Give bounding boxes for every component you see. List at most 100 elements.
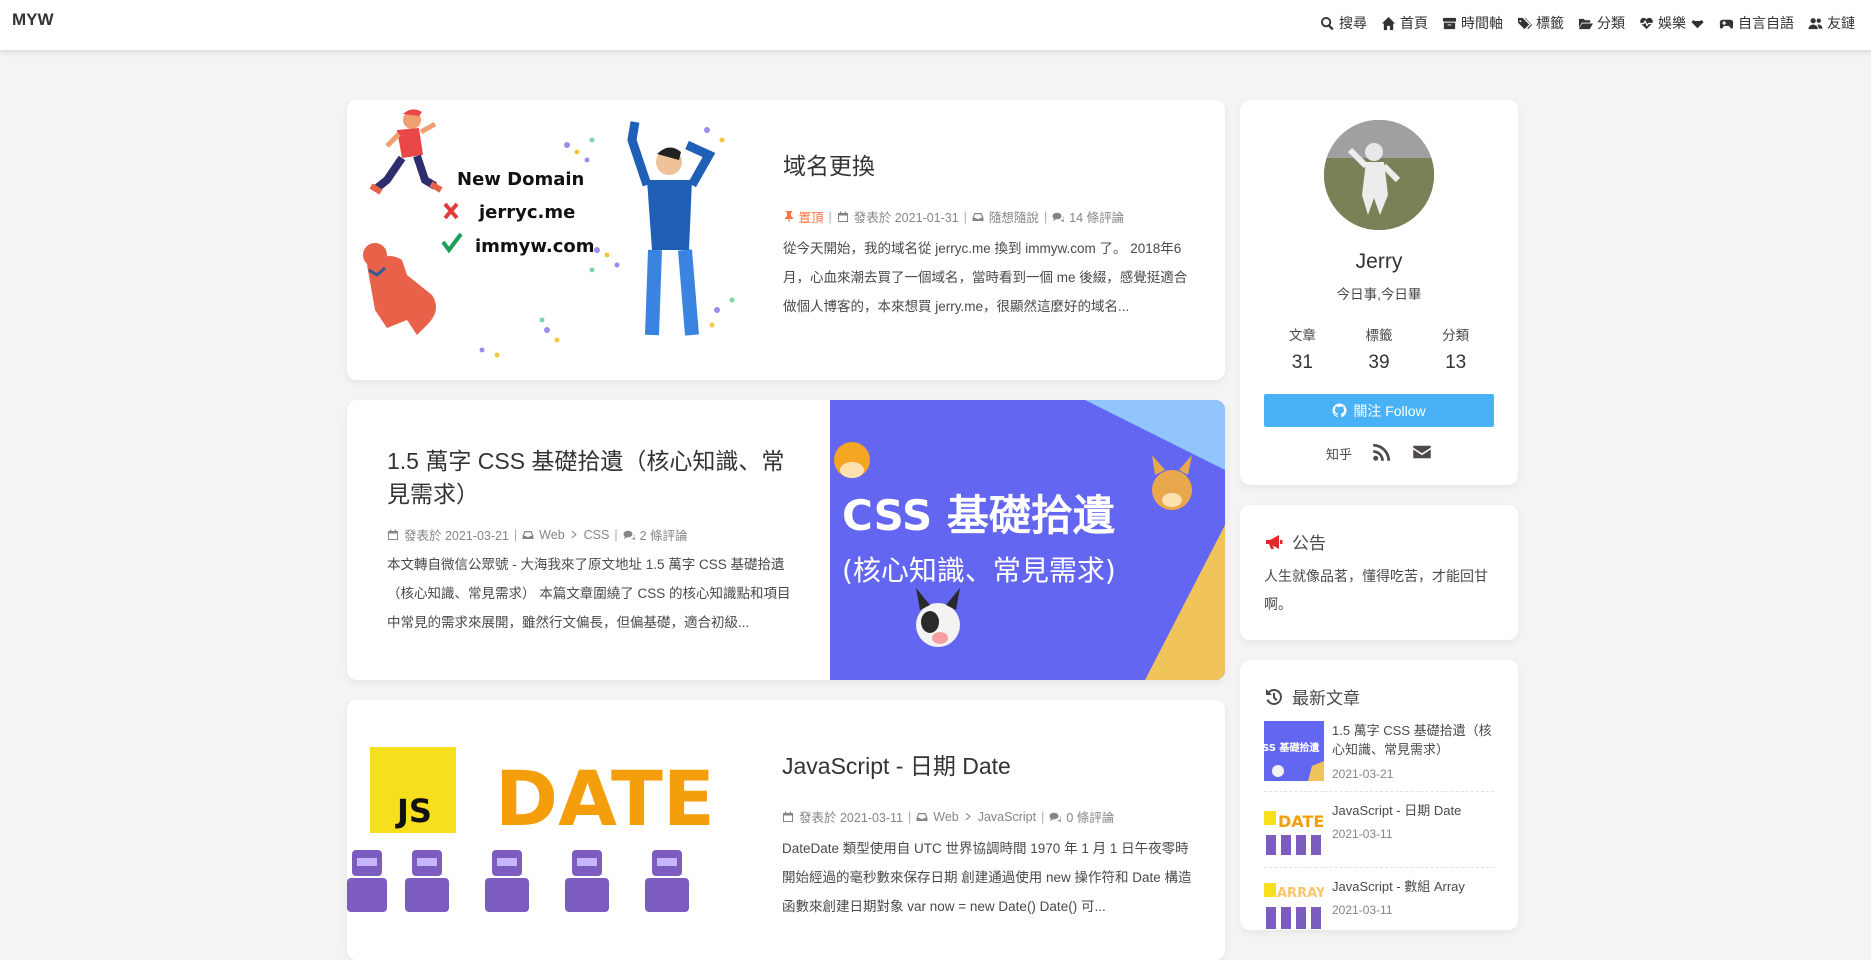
post-excerpt: 本文轉自微信公眾號 - 大海我來了原文地址 1.5 萬字 CSS 基礎拾遺（核心… [387, 557, 791, 630]
recent-posts-title: 最新文章 [1292, 689, 1360, 708]
svg-text:JS: JS [395, 792, 432, 830]
svg-text:DATE: DATE [495, 754, 715, 843]
svg-text:CSS 基礎拾遺: CSS 基礎拾遺 [842, 491, 1116, 540]
post-date: 發表於 2021-01-31 [853, 211, 959, 225]
recent-post-item[interactable]: DATE JavaScript - 日期 Date 2021-03-11 [1264, 801, 1494, 867]
avatar[interactable] [1324, 120, 1434, 230]
svg-text:(核心知識、常見需求): (核心知識、常見需求) [842, 554, 1116, 587]
recent-post-date: 2021-03-11 [1332, 827, 1393, 841]
announcement-text: 人生就像品茗，懂得吃苦，才能回甘啊。 [1264, 568, 1488, 612]
announcement-header: 公告 [1264, 529, 1326, 554]
announcement-card: 公告 人生就像品茗，懂得吃苦，才能回甘啊。 [1240, 505, 1518, 640]
tags-icon [1517, 17, 1532, 29]
recent-post-thumbnail: DATE [1264, 801, 1324, 861]
chevron-down-icon [1691, 19, 1704, 28]
calendar-icon [783, 811, 793, 822]
site-brand[interactable]: MYW [12, 10, 54, 30]
site-stats: 文章 31 標籤 39 分類 13 [1264, 324, 1494, 374]
pinned-badge: 置頂 [783, 207, 824, 226]
post-category-link[interactable]: Web [933, 810, 958, 824]
post-title[interactable]: 域名更換 [783, 150, 1183, 183]
divider [1264, 791, 1494, 792]
recent-posts-header: 最新文章 [1264, 684, 1360, 709]
post-card: New Domain jerryc.me immyw.com 域名更換 置頂 |… [347, 100, 1225, 380]
comments-icon [623, 530, 635, 540]
author-description: 今日事,今日畢 [1336, 287, 1422, 302]
stat-tags[interactable]: 標籤 39 [1365, 324, 1392, 374]
svg-text:SS 基礎拾遺: SS 基礎拾遺 [1264, 741, 1320, 754]
archive-icon [1442, 17, 1457, 29]
nav-tags-label: 標籤 [1536, 15, 1564, 31]
recent-post-title: JavaScript - 數組 Array [1332, 879, 1465, 894]
zhihu-link[interactable]: 知乎 [1326, 444, 1352, 463]
post-subcategory-link[interactable]: CSS [584, 528, 610, 542]
post-comments-link[interactable]: 2 條評論 [640, 525, 688, 544]
stat-categories[interactable]: 分類 13 [1442, 324, 1469, 374]
post-date: 發表於 2021-03-21 [404, 529, 509, 543]
author-name: Jerry [1355, 250, 1403, 273]
post-category-link[interactable]: Web [539, 528, 564, 542]
nav-categories-label: 分類 [1597, 15, 1625, 31]
calendar-icon [837, 211, 848, 222]
recent-post-item[interactable]: ARRAY JavaScript - 數組 Array 2021-03-11 [1264, 877, 1494, 930]
follow-button[interactable]: 關注 Follow [1264, 394, 1494, 427]
rss-link[interactable] [1372, 442, 1392, 465]
nav-search[interactable]: 搜尋 [1320, 13, 1367, 33]
post-meta: 置頂 | 發表於 2021-01-31 | 隨想隨說 | 14 條評論 [783, 207, 1124, 226]
nav-friends[interactable]: 友鏈 [1808, 13, 1855, 33]
nav-home-label: 首頁 [1400, 15, 1428, 31]
email-link[interactable] [1412, 442, 1432, 465]
post-meta: 發表於 2021-03-11 | Web JavaScript | 0 條評論 [782, 807, 1114, 826]
post-subcategory-link[interactable]: JavaScript [978, 810, 1036, 824]
inbox-icon [972, 212, 984, 221]
nav-archive[interactable]: 時間軸 [1442, 13, 1503, 33]
post-comments-link[interactable]: 0 條評論 [1066, 807, 1114, 826]
post-card: 1.5 萬字 CSS 基礎拾遺（核心知識、常見需求） 發表於 2021-03-2… [347, 400, 1225, 680]
svg-text:DATE: DATE [1278, 812, 1324, 831]
svg-text:ARRAY: ARRAY [1277, 886, 1324, 901]
angle-right-icon [965, 812, 971, 821]
nav-archive-label: 時間軸 [1461, 15, 1503, 31]
home-icon [1381, 16, 1396, 30]
inbox-icon [916, 812, 928, 821]
follow-label: 關注 Follow [1353, 402, 1426, 419]
angle-right-icon [571, 530, 577, 539]
css-cover-illustration: CSS 基礎拾遺 (核心知識、常見需求) [830, 400, 1225, 680]
recent-posts-card: 最新文章 SS 基礎拾遺 1.5 萬字 CSS 基礎拾遺（核心知識、常見需求） … [1240, 660, 1518, 930]
calendar-icon [388, 529, 398, 540]
nav-monologue[interactable]: 自言自語 [1719, 13, 1794, 33]
post-comments-link[interactable]: 14 條評論 [1069, 207, 1124, 226]
post-cover-image[interactable]: New Domain jerryc.me immyw.com [347, 100, 742, 380]
nav-entertainment[interactable]: 娛樂 [1639, 13, 1705, 33]
divider [1264, 867, 1494, 868]
svg-text:jerryc.me: jerryc.me [478, 202, 575, 223]
post-category-link[interactable]: 隨想隨說 [989, 207, 1039, 226]
announcement-title: 公告 [1292, 534, 1326, 553]
recent-post-item[interactable]: SS 基礎拾遺 1.5 萬字 CSS 基礎拾遺（核心知識、常見需求） 2021-… [1264, 721, 1494, 787]
folder-open-icon [1578, 18, 1593, 29]
search-icon [1320, 16, 1334, 30]
history-icon [1266, 688, 1282, 705]
nav-menu: 搜尋 首頁 時間軸 標籤 分類 娛樂 自言自語 友鏈 [1320, 13, 1855, 33]
thumbtack-icon [785, 211, 793, 222]
recent-post-title: 1.5 萬字 CSS 基礎拾遺（核心知識、常見需求） [1332, 723, 1492, 757]
comments-icon [1049, 812, 1062, 822]
post-cover-image[interactable]: CSS 基礎拾遺 (核心知識、常見需求) [830, 400, 1225, 680]
github-icon [1332, 403, 1347, 418]
nav-categories[interactable]: 分類 [1578, 13, 1625, 33]
recent-post-thumbnail: SS 基礎拾遺 [1264, 721, 1324, 781]
post-title[interactable]: JavaScript - 日期 Date [782, 750, 1182, 783]
users-icon [1808, 17, 1823, 29]
recent-post-title: JavaScript - 日期 Date [1332, 803, 1462, 818]
nav-home[interactable]: 首頁 [1381, 13, 1428, 33]
svg-text:immyw.com: immyw.com [475, 236, 595, 257]
bullhorn-icon [1266, 534, 1283, 549]
post-cover-image[interactable]: JS DATE [347, 700, 742, 960]
svg-text:New Domain: New Domain [457, 169, 584, 190]
nav-tags[interactable]: 標籤 [1517, 13, 1564, 33]
post-title[interactable]: 1.5 萬字 CSS 基礎拾遺（核心知識、常見需求） [387, 445, 797, 512]
rss-icon [1373, 443, 1391, 461]
post-excerpt: DateDate 類型使用自 UTC 世界協調時間 1970 年 1 月 1 日… [782, 841, 1192, 914]
stat-articles[interactable]: 文章 31 [1289, 324, 1316, 374]
domain-change-illustration: New Domain jerryc.me immyw.com [363, 109, 735, 358]
